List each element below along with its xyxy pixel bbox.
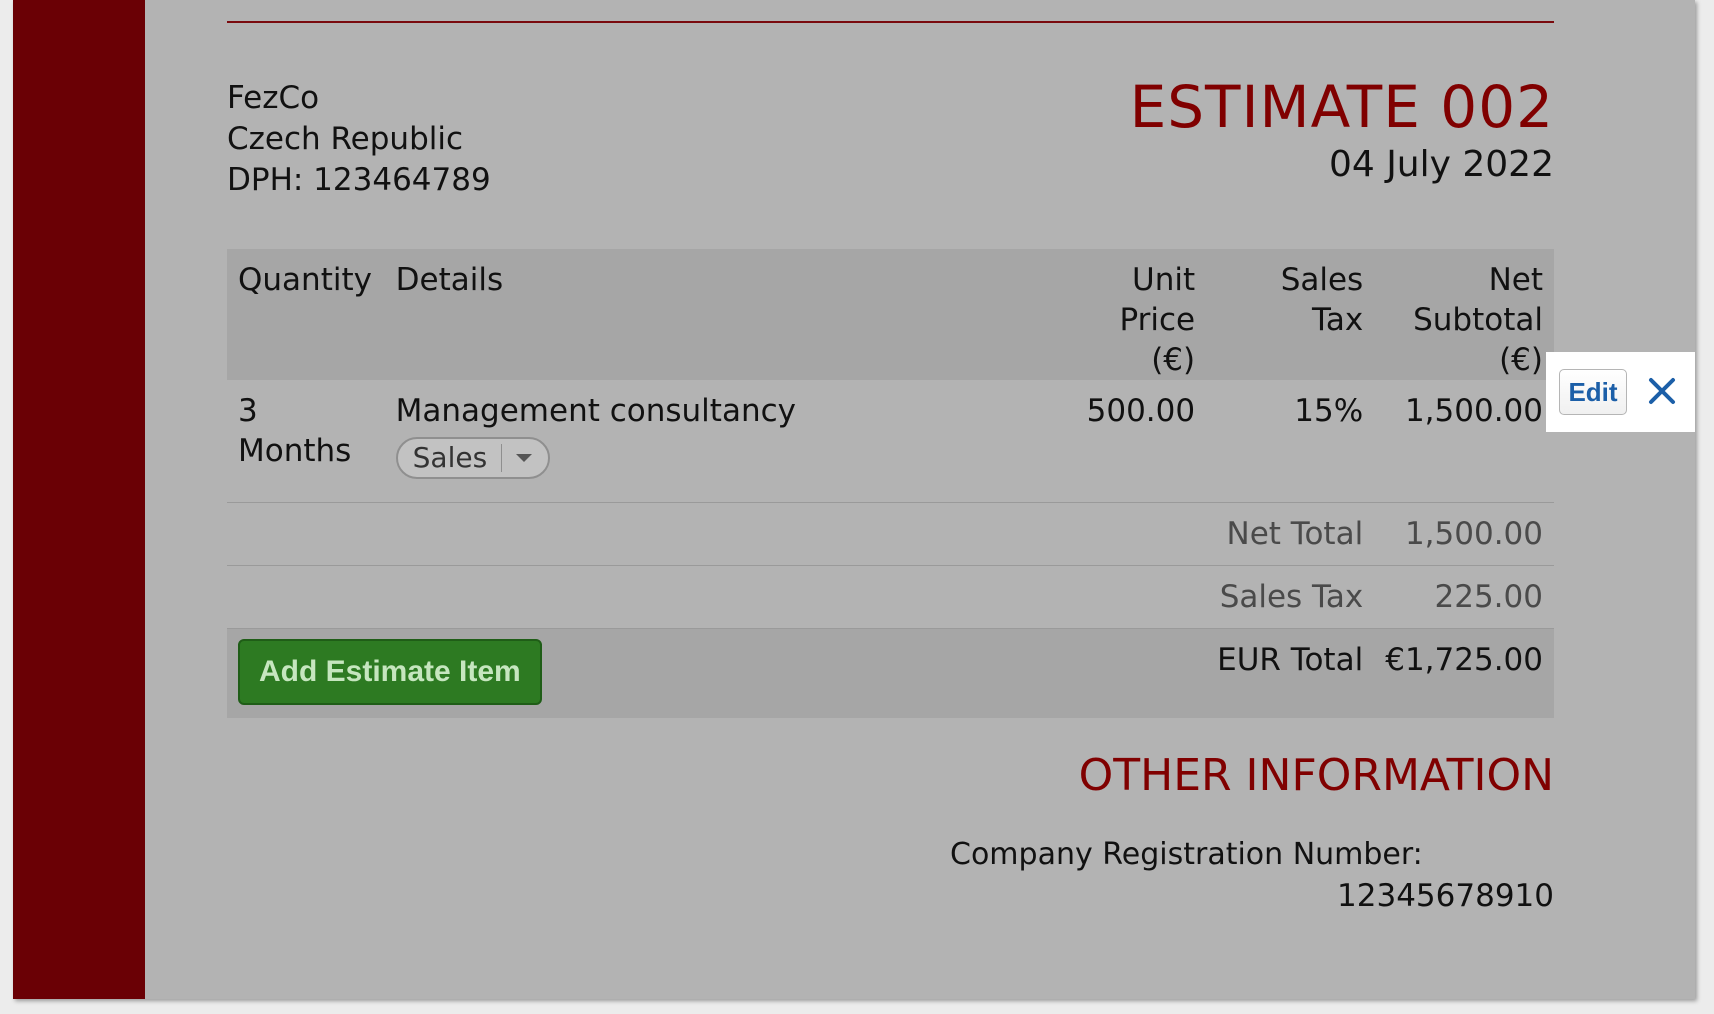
estimate-date: 04 July 2022 [1328,144,1554,185]
sales-tax-value: 225.00 [1374,565,1554,629]
eur-total-value: €1,725.00 [1374,628,1554,718]
header-quantity: Quantity [227,249,385,380]
row-quantity: 3 Months [227,380,385,503]
sales-tax-label: Sales Tax [1206,565,1375,629]
add-estimate-item-button[interactable]: Add Estimate Item [238,638,542,705]
row-sales-tax: 15% [1206,380,1375,503]
row-actions-popover: Edit [1546,352,1695,432]
table-row[interactable]: 3 Months Management consultancy Sales 50… [227,380,1554,503]
header-sales-tax: Sales Tax [1206,249,1375,380]
estimate-title: ESTIMATE 002 [1129,73,1554,141]
company-country: Czech Republic [227,121,464,157]
company-address: FezCo Czech Republic DPH: 123464789 [227,78,491,201]
registration-label: Company Registration Number: [950,837,1423,872]
edit-button[interactable]: Edit [1559,369,1627,415]
sales-tax-row: Sales Tax 225.00 [227,565,1554,629]
estimate-items-table: Quantity Details Unit Price (€) Sales Tax … [227,249,1554,718]
tag-divider [501,444,503,472]
estimate-content: FezCo Czech Republic DPH: 123464789 ESTI… [13,0,1695,999]
registration-value: 12345678910 [1337,878,1554,914]
row-details: Management consultancy Sales [384,380,1063,503]
category-tag-label: Sales [412,441,488,474]
net-total-value: 1,500.00 [1374,502,1554,566]
eur-total-row: Add Estimate Item EUR Total €1,725.00 [227,628,1554,718]
other-information-title: OTHER INFORMATION [1078,750,1554,801]
company-vat: DPH: 123464789 [227,162,491,198]
estimate-page: FezCo Czech Republic DPH: 123464789 ESTI… [13,0,1695,999]
close-icon[interactable] [1645,374,1679,408]
net-total-row: Net Total 1,500.00 [227,502,1554,566]
net-total-label: Net Total [1206,502,1375,566]
category-tag-dropdown[interactable]: Sales [395,437,551,479]
table-header-row: Quantity Details Unit Price (€) Sales Tax … [227,249,1554,380]
top-divider [227,21,1554,23]
header-unit-price: Unit Price (€) [1062,249,1207,380]
eur-total-label: EUR Total [1206,628,1375,718]
chevron-down-icon[interactable] [516,454,533,462]
row-net-subtotal: 1,500.00 [1374,380,1554,503]
header-details: Details [384,249,1063,380]
company-name: FezCo [227,80,320,116]
row-details-text: Management consultancy [395,393,796,429]
row-unit-price: 500.00 [1062,380,1207,503]
header-net-subtotal: Net Subtotal (€) [1374,249,1554,380]
